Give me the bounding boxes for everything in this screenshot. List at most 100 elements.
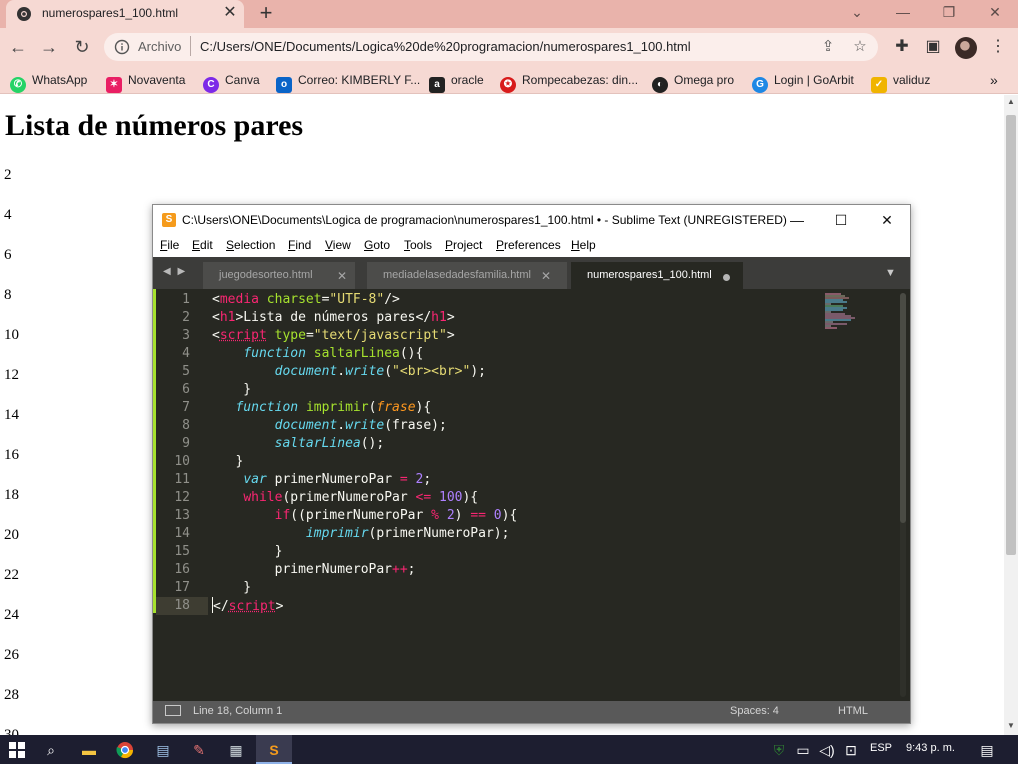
panel-toggle-icon[interactable]: [165, 705, 181, 716]
tab-list-dropdown-icon[interactable]: ▼: [885, 267, 896, 279]
editor-tab-close-icon[interactable]: ✕: [541, 269, 551, 283]
display-icon[interactable]: ⊡: [840, 739, 862, 761]
syntax-selector[interactable]: HTML: [838, 705, 868, 717]
outlook-icon: o: [276, 77, 292, 93]
bookmark-correo[interactable]: o Correo: KIMBERLY F...: [276, 71, 420, 93]
browser-tab[interactable]: numerospares1_100.html ✕: [6, 0, 244, 28]
menu-selection[interactable]: Selection: [226, 238, 275, 252]
notepad-icon[interactable]: ▤: [152, 739, 174, 761]
menu-project[interactable]: Project: [445, 238, 482, 252]
code-line: 13 if((primerNumeroPar % 2) == 0){: [174, 508, 518, 523]
restore-button[interactable]: ❐: [926, 0, 972, 28]
editor-tab[interactable]: juegodesorteo.html ✕: [203, 262, 355, 289]
bookmark-star-icon[interactable]: ☆: [850, 37, 870, 57]
url-text[interactable]: C:/Users/ONE/Documents/Logica%20de%20pro…: [200, 39, 691, 54]
volume-icon[interactable]: ◁): [816, 739, 838, 761]
menu-edit[interactable]: Edit: [192, 238, 213, 252]
bookmark-omega-pro[interactable]: ◐ Omega pro: [652, 71, 734, 93]
network-icon[interactable]: ▭: [792, 739, 814, 761]
menu-file[interactable]: File: [160, 238, 179, 252]
chrome-icon[interactable]: [114, 739, 136, 761]
back-button[interactable]: ←: [7, 36, 29, 58]
code-line: 11 var primerNumeroPar = 2;: [174, 472, 432, 487]
more-menu-icon[interactable]: ⋮: [987, 36, 1009, 58]
page-scrollbar[interactable]: ▲ ▼: [1004, 95, 1018, 735]
browser-tabstrip: numerospares1_100.html ✕ + ⌄ — ❐ ✕: [0, 0, 1018, 28]
cursor-position: Line 18, Column 1: [193, 705, 283, 717]
sublime-status-bar: Line 18, Column 1 Spaces: 4 HTML: [153, 701, 910, 723]
scroll-up-arrow-icon[interactable]: ▲: [1004, 95, 1018, 109]
sublime-maximize-button[interactable]: ☐: [821, 209, 861, 231]
bookmark-canva[interactable]: C Canva: [203, 71, 260, 93]
editor-scrollbar[interactable]: [900, 293, 906, 697]
tab-navigation-arrows-icon[interactable]: ◀ ▶: [163, 266, 187, 277]
menu-goto[interactable]: Goto: [364, 238, 390, 252]
editor-tab-label: juegodesorteo.html: [219, 269, 313, 281]
reload-button[interactable]: ↻: [71, 36, 93, 58]
bookmark-goarbit[interactable]: G Login | GoArbit: [752, 71, 854, 93]
sublime-titlebar[interactable]: S C:\Users\ONE\Documents\Logica de progr…: [153, 205, 910, 235]
share-icon[interactable]: ⇪: [818, 37, 838, 57]
code-line: 9 saltarLinea();: [182, 436, 385, 451]
editor-tab-label: numerospares1_100.html: [587, 269, 712, 281]
bookmark-rompecabezas[interactable]: ✪ Rompecabezas: din...: [500, 71, 638, 93]
minimize-button[interactable]: —: [880, 0, 926, 28]
bookmark-whatsapp[interactable]: ✆ WhatsApp: [10, 71, 87, 93]
code-line: 5 document.write("<br><br>");: [182, 364, 486, 379]
editor-scrollbar-thumb[interactable]: [900, 293, 906, 523]
menu-find[interactable]: Find: [288, 238, 311, 252]
indentation-setting[interactable]: Spaces: 4: [730, 705, 779, 717]
taskbar-active-app[interactable]: S: [256, 735, 292, 764]
even-number-item: 18: [4, 487, 19, 503]
forward-button[interactable]: →: [38, 36, 60, 58]
bookmark-validuz[interactable]: ✓ validuz: [871, 71, 930, 93]
even-number-item: 4: [4, 207, 12, 223]
close-window-button[interactable]: ✕: [972, 0, 1018, 28]
search-icon[interactable]: ⌕: [40, 739, 62, 761]
windows-start-icon[interactable]: [6, 739, 28, 761]
code-editor[interactable]: 1 <media charset="UTF-8"/> 2 <h1>Lista de …: [153, 289, 910, 701]
bookmark-oracle[interactable]: a oracle: [429, 71, 484, 93]
system-clock[interactable]: 9:43 p. m.: [906, 742, 955, 754]
profile-avatar[interactable]: [955, 37, 977, 59]
scroll-down-arrow-icon[interactable]: ▼: [1004, 719, 1018, 733]
calculator-icon[interactable]: ▦: [225, 739, 247, 761]
address-bar[interactable]: Archivo C:/Users/ONE/Documents/Logica%20…: [104, 33, 878, 61]
paint-icon[interactable]: ✎: [188, 739, 210, 761]
code-line-current: 18 </script>: [153, 597, 910, 615]
code-line: 12 while(primerNumeroPar <= 100){: [174, 490, 479, 505]
code-line: 17 }: [174, 580, 252, 595]
menu-help[interactable]: Help: [571, 238, 596, 252]
menu-tools[interactable]: Tools: [404, 238, 432, 252]
unsaved-dot-icon[interactable]: [723, 274, 730, 281]
menu-view[interactable]: View: [325, 238, 351, 252]
new-tab-button[interactable]: +: [254, 1, 278, 25]
sublime-menubar: File Edit Selection Find View Goto Tools…: [153, 235, 910, 257]
menu-preferences[interactable]: Preferences: [496, 238, 561, 252]
extensions-icon[interactable]: ✚: [891, 36, 913, 58]
goarbit-icon: G: [752, 77, 768, 93]
editor-tab-label: mediadelasedadesfamilia.html: [383, 269, 531, 281]
url-divider: [190, 36, 191, 56]
bookmark-novaventa[interactable]: ✶ Novaventa: [106, 71, 185, 93]
editor-tab-active[interactable]: numerospares1_100.html: [571, 262, 743, 289]
sublime-minimize-button[interactable]: —: [777, 209, 817, 231]
info-icon[interactable]: [114, 39, 130, 55]
file-explorer-icon[interactable]: ▬: [78, 739, 100, 761]
sublime-text-taskbar-icon: S: [269, 742, 279, 758]
sublime-close-button[interactable]: ✕: [867, 209, 907, 231]
notifications-icon[interactable]: ▤: [976, 739, 998, 761]
language-indicator[interactable]: ESP: [870, 742, 892, 754]
page-scrollbar-thumb[interactable]: [1006, 115, 1016, 555]
bookmarks-overflow-button[interactable]: »: [990, 71, 998, 89]
even-number-item: 24: [4, 607, 19, 623]
security-shield-icon[interactable]: ⛨: [768, 739, 790, 761]
tab-close-icon[interactable]: ✕: [220, 3, 240, 23]
even-number-item: 14: [4, 407, 19, 423]
editor-tab-close-icon[interactable]: ✕: [337, 269, 347, 283]
tab-search-icon[interactable]: ⌄: [834, 0, 880, 28]
side-panel-icon[interactable]: ▣: [922, 36, 944, 58]
editor-tab[interactable]: mediadelasedadesfamilia.html ✕: [367, 262, 567, 289]
minimap[interactable]: [825, 293, 865, 331]
page-heading: Lista de números pares: [5, 109, 304, 142]
